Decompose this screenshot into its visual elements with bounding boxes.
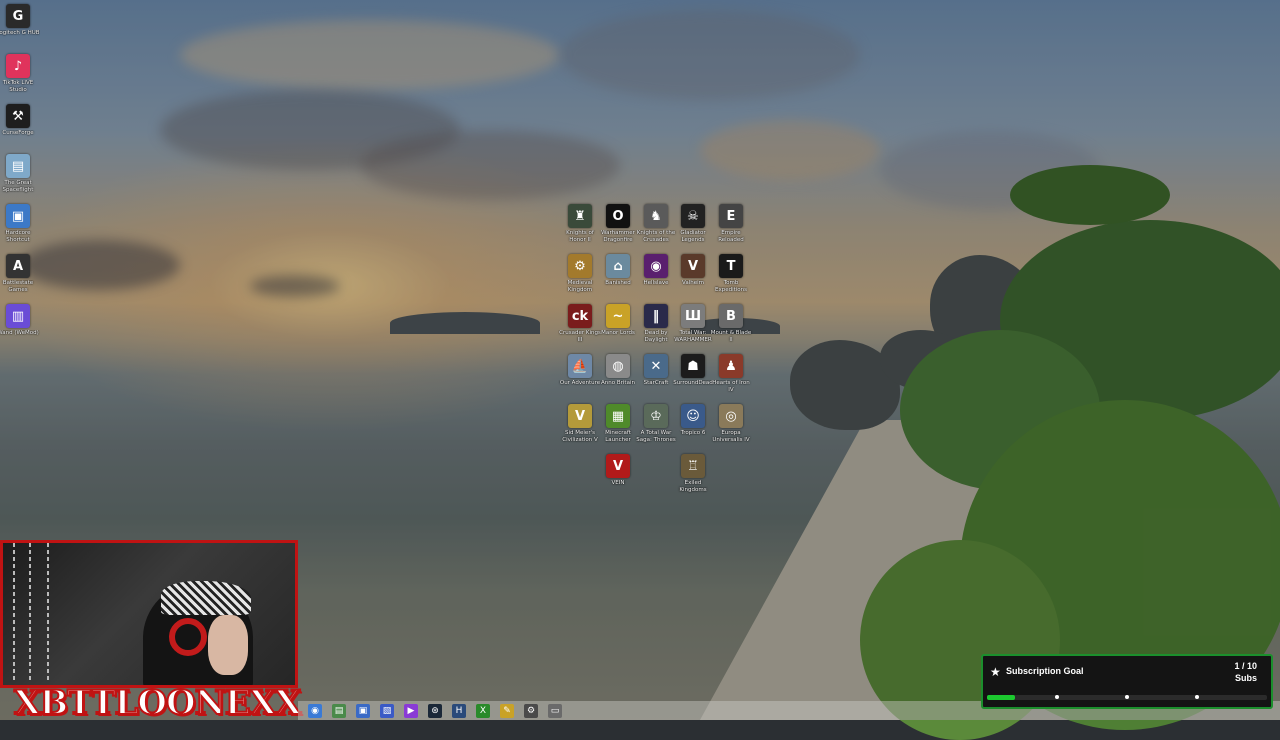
files-icon[interactable]: ▤ [332,703,346,718]
desktop-shortcut-label: VEIN [611,480,625,486]
game-icon: E [719,204,743,228]
game-icon: ♖ [681,454,705,478]
subscription-goal-title: Subscription Goal [1006,666,1084,676]
monitor-icon[interactable]: ▭ [548,703,562,718]
game-icon: ~ [606,304,630,328]
desktop-shortcut-label: Empire Reloaded [718,230,744,243]
vein-icon: V [606,454,630,478]
desktop-shortcut-label: Wand (WeMod) [0,330,39,336]
streamer-cap [161,581,251,615]
shortcut-icon: ▣ [6,204,30,228]
store-icon[interactable]: ▧ [380,703,394,718]
streamer-name-banner: XBTTLOONEXX [13,682,302,724]
desktop-shortcut[interactable]: ▥ Wand (WeMod) [0,304,40,344]
curseforge-icon: ⚒ [6,104,30,128]
desktop-shortcut-label: Tomb Expeditions [714,280,748,293]
game-icon: ☺ [681,404,705,428]
webcam-overlay [0,540,298,688]
game-icon: ♜ [568,204,592,228]
subscription-goal-widget: ★ Subscription Goal 1 / 10 Subs [981,654,1273,709]
desktop-shortcut[interactable]: ▣ Hardcore Shortcut [0,204,40,244]
goal-milestone-marker [1195,695,1199,699]
game-icon: ◍ [606,354,630,378]
desktop-shortcut-label: Mount & Blade II [710,330,752,343]
game-icon: ‖ [644,304,668,328]
desktop-shortcut-label: Logitech G HUB [0,30,40,36]
desktop-shortcut[interactable]: ♪ TikTok LIVE Studio [0,54,40,94]
game-icon: ☠ [681,204,705,228]
desktop-shortcut-label: Battlestate Games [2,280,34,293]
streamer-face [208,615,248,675]
game-icon: ⚙ [568,254,592,278]
desktop-shortcut-label: CurseForge [2,130,34,136]
desktop-shortcut-label: Europa Universalis IV [712,430,750,443]
file-icon: ▤ [6,154,30,178]
star-icon: ★ [990,665,1001,679]
desktop-shortcut[interactable]: ▤ The Great Spaceflight [0,154,40,194]
desktop-shortcut[interactable]: V VEIN [596,454,640,494]
tiktok-icon: ♪ [6,54,30,78]
chrome-icon[interactable]: ◉ [308,703,322,718]
settings-icon[interactable]: ⚙ [524,703,538,718]
desktop-shortcut[interactable]: T Tomb Expeditions [709,254,753,294]
game-icon: T [719,254,743,278]
game-icon: ♞ [644,204,668,228]
game-icon: ⌂ [606,254,630,278]
game-icon: ♔ [644,404,668,428]
subscription-goal-progress [987,695,1015,700]
headset-icon [169,618,207,656]
subscription-goal-track [987,695,1267,700]
notes-icon[interactable]: ✎ [500,703,514,718]
desktop-shortcut-label: TikTok LIVE Studio [2,80,34,93]
steam-icon[interactable]: ⊛ [428,703,442,718]
goal-milestone-marker [1055,695,1059,699]
twitch-icon[interactable]: ▶ [404,703,418,718]
app-icon[interactable]: H [452,703,466,718]
desktop-shortcut[interactable]: B Mount & Blade II [709,304,753,344]
desktop-shortcut-label: Hardcore Shortcut [5,230,31,243]
game-icon: ◎ [719,404,743,428]
subscription-goal-count: 1 / 10 [1234,661,1257,671]
game-icon: O [606,204,630,228]
game-icon: Ш [681,304,705,328]
game-icon: B [719,304,743,328]
desktop-shortcut[interactable]: ♟ Hearts of Iron IV [709,354,753,394]
desktop-shortcut-label: Hearts of Iron IV [712,380,750,393]
xbox-icon[interactable]: X [476,703,490,718]
logitech-g-icon: G [6,4,30,28]
subscription-goal-unit: Subs [1234,673,1257,683]
game-icon: V [681,254,705,278]
desktop-shortcut-label: Exiled Kingdoms [679,480,707,493]
game-icon: ck [568,304,592,328]
game-icon: ☗ [681,354,705,378]
game-icon: ♟ [719,354,743,378]
desktop-shortcut[interactable]: E Empire Reloaded [709,204,753,244]
desktop-shortcut[interactable]: ♖ Exiled Kingdoms [671,454,715,494]
desktop-shortcut[interactable]: G Logitech G HUB [0,4,40,44]
desktop-shortcut[interactable]: A Battlestate Games [0,254,40,294]
goal-milestone-marker [1125,695,1129,699]
explorer-icon[interactable]: ▣ [356,703,370,718]
desktop-shortcut[interactable]: ◎ Europa Universalis IV [709,404,753,444]
wand-icon: ▥ [6,304,30,328]
game-icon: ⛵ [568,354,592,378]
game-icon: ✕ [644,354,668,378]
desktop-shortcut-label: The Great Spaceflight [2,180,34,193]
game-icon: ◉ [644,254,668,278]
battlestate-icon: A [6,254,30,278]
desktop-shortcut[interactable]: ⚒ CurseForge [0,104,40,144]
minecraft-icon: ▦ [606,404,630,428]
game-icon: V [568,404,592,428]
